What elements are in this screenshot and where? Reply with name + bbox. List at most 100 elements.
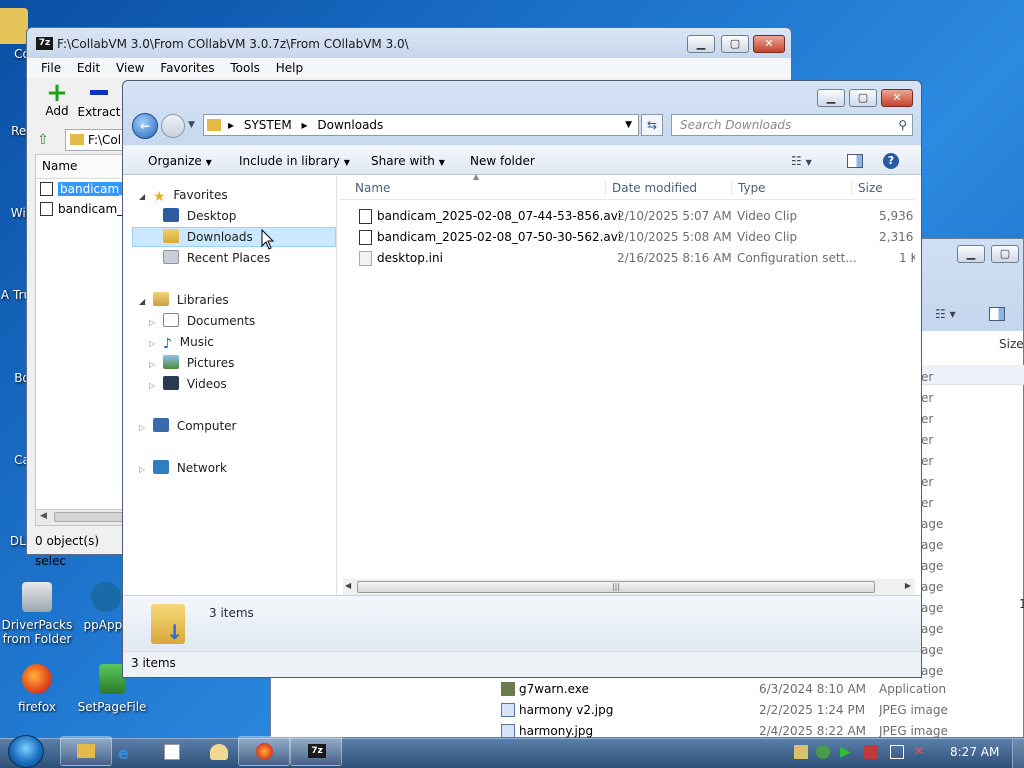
- view-options-icon[interactable]: ☷ ▾: [935, 307, 969, 323]
- table-row[interactable]: bandicam_2: [36, 179, 135, 199]
- help-icon[interactable]: ?: [883, 153, 899, 169]
- status-bar: 0 object(s) selec: [35, 534, 100, 568]
- close-button[interactable]: ✕: [881, 89, 913, 107]
- refresh-icon: ⇆: [646, 118, 658, 132]
- volume-muted-icon[interactable]: ✕: [914, 744, 924, 758]
- taskbar-clock[interactable]: 8:27 AM: [950, 745, 999, 759]
- maximize-button[interactable]: ▢: [991, 245, 1019, 263]
- list-item[interactable]: g7warn.exe 6/3/2024 8:10 AM Application: [497, 679, 1024, 700]
- maximize-button[interactable]: ▢: [849, 89, 877, 107]
- taskbar-ie[interactable]: e: [118, 744, 129, 763]
- menu-edit[interactable]: Edit: [77, 61, 100, 75]
- status-bar: 3 items: [123, 651, 921, 677]
- size-column-header[interactable]: Size: [999, 337, 1024, 351]
- tray-icon-2[interactable]: [816, 745, 830, 759]
- menu-tools[interactable]: Tools: [230, 61, 260, 75]
- scroll-left-icon[interactable]: ◀: [40, 511, 47, 521]
- back-button[interactable]: ←: [132, 113, 158, 139]
- downloads-large-icon: ↓: [151, 604, 185, 644]
- up-folder-icon[interactable]: ⇧: [37, 132, 49, 148]
- network-tray-icon[interactable]: [890, 745, 904, 759]
- folder-icon: [207, 119, 221, 131]
- menu-file[interactable]: File: [41, 61, 61, 75]
- scroll-right-icon[interactable]: ▶: [905, 581, 911, 590]
- horizontal-scrollbar[interactable]: ◀: [36, 509, 124, 525]
- column-date-modified[interactable]: Date modified: [605, 181, 697, 195]
- forward-button[interactable]: [161, 114, 185, 138]
- table-row[interactable]: bandicam_2: [36, 199, 131, 219]
- taskbar-firefox[interactable]: [238, 736, 290, 766]
- preview-pane-icon[interactable]: [847, 154, 863, 168]
- column-type[interactable]: Type: [731, 181, 766, 195]
- videos-icon: [162, 376, 179, 390]
- nav-libraries[interactable]: ◢ Libraries: [139, 290, 229, 310]
- extract-button[interactable]: Extract: [77, 82, 121, 122]
- menu-view[interactable]: View: [116, 61, 144, 75]
- tray-icon-1[interactable]: [794, 745, 808, 759]
- minimize-button[interactable]: ▁: [687, 35, 715, 53]
- close-button[interactable]: ✕: [753, 35, 785, 53]
- start-button[interactable]: [8, 735, 44, 768]
- nav-pictures[interactable]: ▷ Pictures: [149, 353, 234, 373]
- menu-favorites[interactable]: Favorites: [160, 61, 214, 75]
- star-icon: ★: [152, 189, 166, 205]
- share-with-button[interactable]: Share with ▼: [371, 146, 445, 178]
- view-options-icon[interactable]: ☷ ▼: [791, 146, 812, 178]
- file-row-0[interactable]: bandicam_2025-02-08_07-44-53-856.avi 2/1…: [339, 206, 919, 227]
- new-folder-button[interactable]: New folder: [470, 146, 535, 176]
- nav-recent-places[interactable]: Recent Places: [163, 248, 270, 268]
- scroll-left-icon[interactable]: ◀: [345, 581, 351, 590]
- include-in-library-button[interactable]: Include in library ▼: [239, 146, 350, 178]
- desktop-icon-driverpacks[interactable]: DriverPacks from Folder: [0, 582, 77, 646]
- maximize-button[interactable]: ▢: [721, 35, 749, 53]
- nav-computer[interactable]: ▷ Computer: [139, 416, 236, 436]
- search-input[interactable]: Search Downloads ⚲: [671, 114, 913, 136]
- preview-pane-icon[interactable]: [989, 307, 1005, 321]
- nav-downloads[interactable]: Downloads: [132, 227, 336, 247]
- nav-videos[interactable]: ▷ Videos: [149, 374, 227, 394]
- list-item[interactable]: harmony v2.jpg 2/2/2025 1:24 PM JPEG ima…: [497, 700, 1024, 721]
- nav-music[interactable]: ▷ ♪ Music: [149, 332, 214, 352]
- downloads-explorer-window[interactable]: ▁ ▢ ✕ ← ▼ ▸ SYSTEM ▸ Downloads ▼ ⇆ Searc…: [122, 80, 922, 678]
- address-bar[interactable]: ▸ SYSTEM ▸ Downloads ▼: [203, 114, 639, 136]
- scroll-thumb[interactable]: |||: [357, 581, 875, 593]
- show-desktop-button[interactable]: [1012, 739, 1024, 768]
- nav-favorites[interactable]: ◢ ★ Favorites: [139, 185, 228, 205]
- desktop-icon-firefox[interactable]: firefox: [0, 664, 77, 714]
- tray-play-icon[interactable]: ▶: [840, 744, 851, 760]
- sevenzip-icon: 7z: [308, 744, 326, 758]
- minimize-button[interactable]: ▁: [957, 245, 985, 263]
- nav-desktop[interactable]: Desktop: [163, 206, 236, 226]
- collapse-arrow-icon: ▷: [149, 381, 156, 390]
- breadcrumb-downloads[interactable]: Downloads: [317, 118, 383, 132]
- menu-bar: File Edit View Favorites Tools Help: [27, 58, 791, 78]
- type-fragment-list: er er er er er er er age age age age age age age a…: [921, 370, 944, 678]
- tray-icon-4[interactable]: [864, 745, 878, 759]
- taskbar-app-icon[interactable]: [164, 744, 180, 760]
- window-title: F:\CollabVM 3.0\From COllabVM 3.0.7z\Fro…: [57, 37, 409, 51]
- file-row-1[interactable]: bandicam_2025-02-08_07-50-30-562.avi 2/1…: [339, 227, 919, 248]
- menu-help[interactable]: Help: [276, 61, 303, 75]
- organize-button[interactable]: Organize ▼: [148, 146, 212, 178]
- address-dropdown-icon[interactable]: ▼: [625, 115, 632, 135]
- taskbar-7zip[interactable]: 7z: [290, 736, 342, 766]
- refresh-button[interactable]: ⇆: [641, 114, 663, 136]
- column-name[interactable]: Name: [355, 181, 390, 195]
- scroll-thumb[interactable]: [54, 512, 124, 522]
- chevron-down-icon: ▼: [205, 158, 212, 167]
- breadcrumb-system[interactable]: SYSTEM: [244, 118, 292, 132]
- add-button[interactable]: + Add: [39, 80, 75, 122]
- horizontal-scrollbar[interactable]: ◀ ||| ▶: [343, 579, 915, 596]
- minimize-button[interactable]: ▁: [817, 89, 845, 107]
- taskbar-paint[interactable]: [210, 744, 228, 760]
- file-row-2[interactable]: desktop.ini 2/16/2025 8:16 AM Configurat…: [339, 248, 919, 269]
- nav-network[interactable]: ▷ Network: [139, 458, 227, 478]
- name-column-header[interactable]: Name: [36, 155, 124, 179]
- nav-documents[interactable]: ▷ Documents: [149, 311, 255, 331]
- history-dropdown-icon[interactable]: ▼: [188, 120, 195, 130]
- desktop-icon: [163, 208, 179, 222]
- taskbar-explorer[interactable]: [60, 736, 112, 766]
- column-size[interactable]: Size: [851, 181, 883, 195]
- sort-arrow-icon: ▲: [473, 172, 480, 181]
- path-input[interactable]: F:\Coll: [65, 129, 125, 151]
